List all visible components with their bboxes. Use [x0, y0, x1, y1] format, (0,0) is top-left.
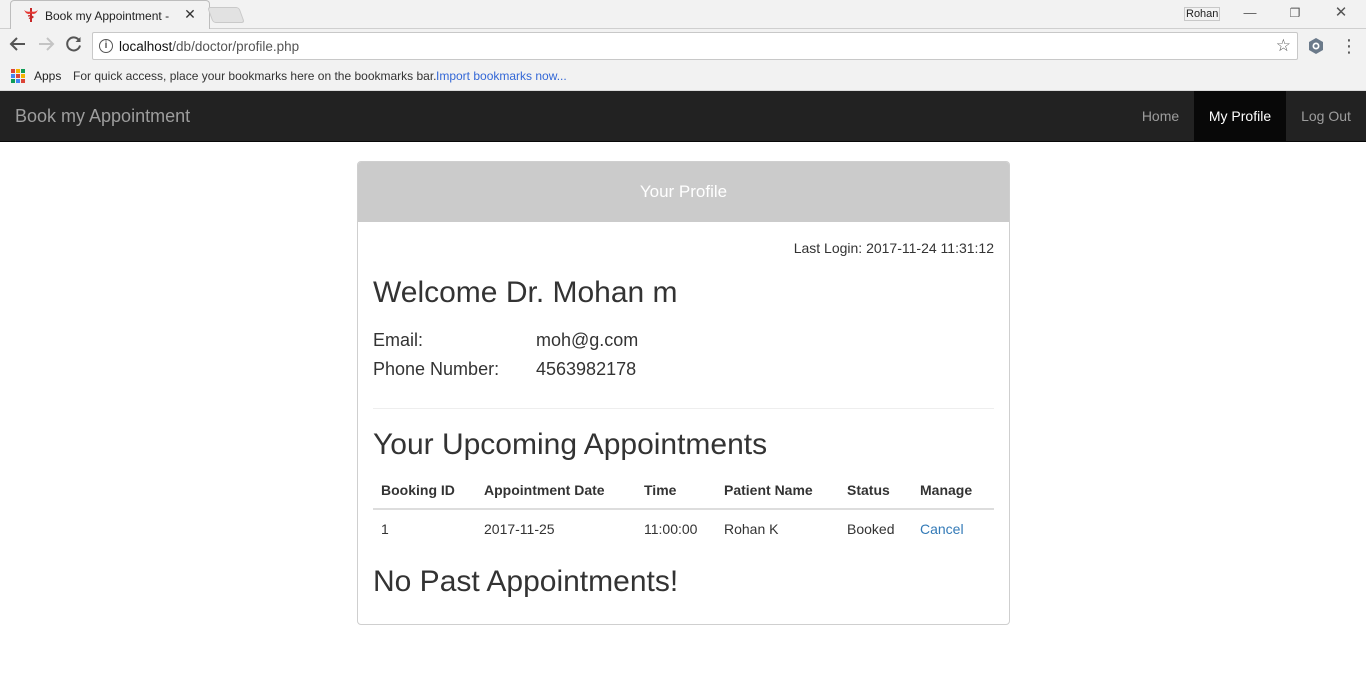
site-navbar: Book my Appointment Home My Profile Log … [0, 91, 1366, 142]
caduceus-favicon-icon [24, 8, 38, 22]
reload-icon[interactable] [63, 35, 85, 57]
new-tab-button[interactable] [207, 7, 245, 23]
browser-tab[interactable]: Book my Appointment - ✕ [10, 0, 210, 30]
header-patient-name: Patient Name [716, 471, 839, 510]
nav-item-home[interactable]: Home [1127, 91, 1194, 141]
section-divider [373, 408, 994, 409]
cell-status: Booked [847, 520, 895, 537]
import-bookmarks-link[interactable]: Import bookmarks now... [436, 69, 567, 83]
apps-shortcut[interactable]: Apps [34, 69, 61, 83]
header-status: Status [839, 471, 912, 510]
forward-arrow-icon[interactable] [35, 35, 57, 57]
panel-heading: Your Profile [358, 162, 1009, 222]
email-label: Email: [373, 330, 424, 350]
apps-grid-icon[interactable] [11, 69, 25, 83]
past-appointments-heading: No Past Appointments! [373, 565, 679, 598]
back-arrow-icon[interactable] [7, 35, 29, 57]
chrome-menu-icon[interactable]: ⋮ [1340, 35, 1358, 57]
header-time: Time [636, 471, 716, 510]
profile-name-badge[interactable]: Rohan [1184, 7, 1221, 21]
profile-panel: Your Profile Last Login: 2017-11-24 11:3… [357, 161, 1010, 625]
email-value: moh@g.com [536, 330, 639, 350]
cancel-appointment-link[interactable]: Cancel [920, 521, 964, 537]
nav-item-log-out[interactable]: Log Out [1286, 91, 1366, 141]
cell-manage: Cancel [912, 509, 994, 547]
bookmarks-bar: Apps For quick access, place your bookma… [0, 64, 1366, 91]
tab-close-icon[interactable]: ✕ [183, 6, 197, 22]
navbar-brand[interactable]: Book my Appointment [15, 106, 190, 127]
restore-icon[interactable]: ❐ [1285, 3, 1305, 23]
header-booking-id: Booking ID [373, 471, 476, 510]
bookmark-star-icon[interactable]: ☆ [1276, 36, 1291, 56]
browser-tab-bar: Book my Appointment - ✕ Rohan — ❐ ✕ [0, 0, 1366, 30]
welcome-heading: Welcome Dr. Mohan m [373, 276, 678, 309]
site-info-icon[interactable]: i [99, 39, 113, 53]
close-window-icon[interactable]: ✕ [1331, 3, 1351, 23]
cell-patient-name: Rohan K [724, 520, 779, 537]
header-appointment-date: Appointment Date [476, 471, 636, 510]
table-header-row: Booking ID Appointment Date Time Patient… [373, 471, 994, 510]
address-bar[interactable]: i localhost/db/doctor/profile.php ☆ [92, 32, 1298, 60]
phone-value: 4563982178 [536, 359, 637, 379]
minimize-icon[interactable]: — [1240, 3, 1260, 23]
cell-appointment-date: 2017-11-25 [484, 520, 555, 537]
tab-title: Book my Appointment - [45, 9, 170, 23]
nav-item-my-profile[interactable]: My Profile [1194, 91, 1286, 141]
cell-time: 11:00:00 [644, 520, 698, 537]
upcoming-appointments-heading: Your Upcoming Appointments [373, 428, 768, 461]
phone-label: Phone Number: [373, 359, 500, 379]
header-manage: Manage [912, 471, 994, 510]
cell-booking-id: 1 [381, 520, 389, 537]
last-login-text: Last Login: 2017-11-24 11:31:12 [793, 240, 994, 256]
table-row: 1 2017-11-25 11:00:00 Rohan K Booked Can… [373, 509, 994, 547]
appointments-table: Booking ID Appointment Date Time Patient… [373, 471, 994, 547]
url-text[interactable]: localhost/db/doctor/profile.php [119, 39, 299, 54]
extension-icon[interactable] [1307, 37, 1325, 55]
bookmarks-hint-text: For quick access, place your bookmarks h… [73, 69, 437, 83]
browser-toolbar: i localhost/db/doctor/profile.php ☆ ⋮ [0, 29, 1366, 64]
